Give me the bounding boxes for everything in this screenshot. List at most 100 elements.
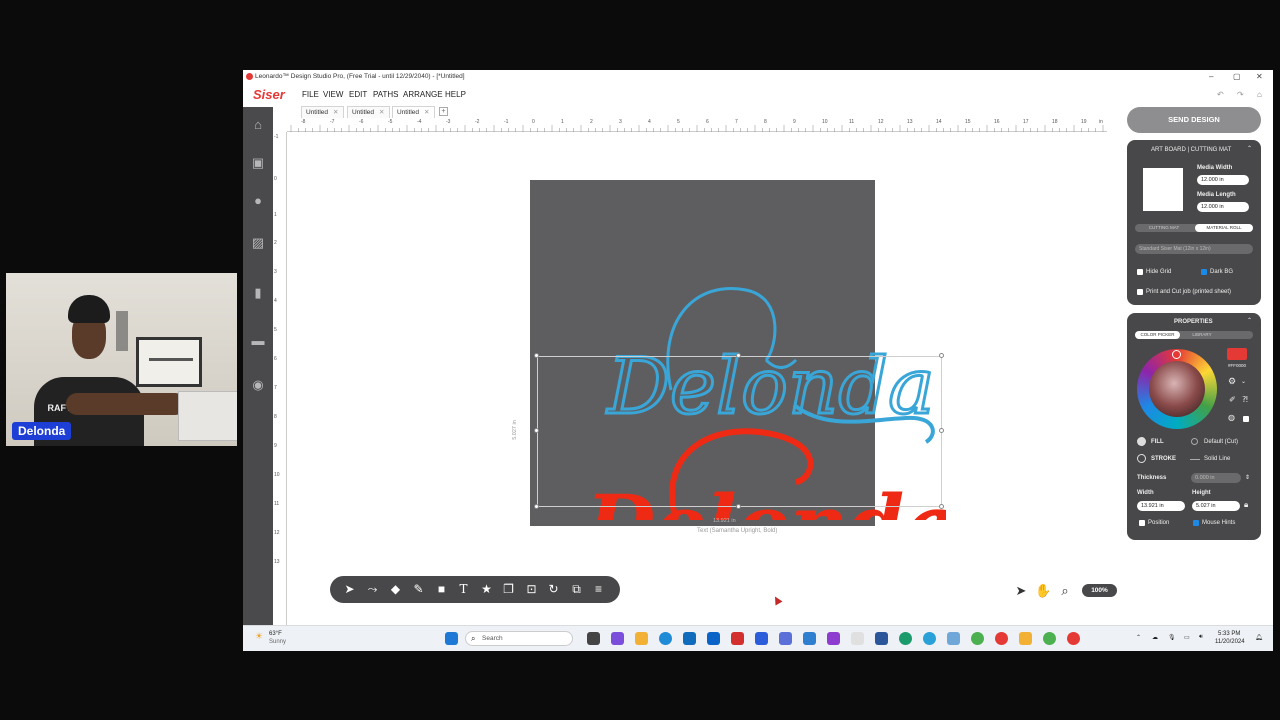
pan-hand-icon[interactable]: ✋	[1035, 583, 1051, 599]
photos-icon[interactable]	[947, 632, 960, 645]
store-icon[interactable]	[683, 632, 696, 645]
resize-handle-l[interactable]	[534, 428, 539, 433]
close-tab-icon[interactable]: ✕	[333, 109, 338, 116]
resize-handle-tl[interactable]	[534, 353, 539, 358]
folder-icon[interactable]	[1019, 632, 1032, 645]
chevron-down-icon[interactable]: ⌄	[1241, 378, 1246, 385]
app-red-icon[interactable]	[1067, 632, 1080, 645]
help-icon[interactable]: ⁈	[1242, 395, 1248, 404]
eraser-icon[interactable]: ◆	[388, 582, 403, 597]
new-tab-button[interactable]: +	[439, 107, 448, 116]
selection-box[interactable]	[537, 356, 942, 507]
cloud-icon[interactable]: ☁	[1152, 634, 1158, 641]
edge-icon[interactable]	[659, 632, 672, 645]
menu-help[interactable]: HELP	[445, 90, 466, 99]
calendar-icon[interactable]	[851, 632, 864, 645]
close-tab-icon[interactable]: ✕	[379, 109, 384, 116]
mat-icon[interactable]: ▬	[250, 333, 266, 349]
node-edit-icon[interactable]: ⤳	[365, 582, 380, 597]
app-green-icon[interactable]	[899, 632, 912, 645]
text-icon[interactable]: T	[456, 582, 471, 597]
thickness-stepper-icon[interactable]: ⇕	[1245, 474, 1250, 481]
resize-handle-r[interactable]	[939, 428, 944, 433]
align-icon[interactable]: ≡	[591, 582, 606, 597]
app-purple-icon[interactable]	[827, 632, 840, 645]
tab-untitled-1[interactable]: Untitled ✕	[301, 106, 344, 118]
menu-paths[interactable]: PATHS	[373, 90, 398, 99]
home-icon[interactable]: ⌂	[1257, 90, 1262, 99]
tab-untitled-3[interactable]: Untitled ✕	[392, 106, 435, 118]
menu-file[interactable]: FILE	[302, 90, 319, 99]
clock-date[interactable]: 11/20/2024	[1215, 639, 1245, 645]
fill-radio[interactable]	[1137, 437, 1146, 446]
microphone-icon[interactable]: 🎙︎	[1168, 634, 1176, 641]
zoom-level-dropdown[interactable]: 100%	[1082, 584, 1117, 597]
image-trace-icon[interactable]: ⊡	[524, 582, 539, 597]
siser-app-icon[interactable]	[995, 632, 1008, 645]
maximize-button[interactable]: ▢	[1233, 72, 1241, 81]
resize-handle-b[interactable]	[736, 504, 741, 509]
star-icon[interactable]: ★	[479, 582, 494, 597]
pointer-icon[interactable]: ➤	[1013, 583, 1029, 599]
resize-handle-t[interactable]	[736, 353, 741, 358]
pen-icon[interactable]: ✎	[411, 582, 426, 597]
select-icon[interactable]: ➤	[342, 582, 357, 597]
height-input[interactable]: 5.027 in	[1192, 501, 1240, 511]
mat-mode-toggle[interactable]: CUTTING MAT MATERIAL ROLL	[1135, 224, 1253, 232]
copilot-icon[interactable]	[611, 632, 624, 645]
artboard-panel-header[interactable]: ART BOARD | CUTTING MAT	[1151, 147, 1231, 153]
mcafee-icon[interactable]	[731, 632, 744, 645]
offset-icon[interactable]: ↻	[546, 582, 561, 597]
close-button[interactable]: ✕	[1256, 72, 1263, 81]
chrome-icon[interactable]	[971, 632, 984, 645]
weld-icon[interactable]: ⧉	[569, 582, 584, 597]
menu-view[interactable]: VIEW	[323, 90, 343, 99]
clock-time[interactable]: 5:33 PM	[1218, 631, 1240, 637]
color-wheel-center[interactable]	[1149, 361, 1205, 417]
network-icon[interactable]: ▭	[1184, 634, 1190, 641]
account-icon[interactable]: ◉	[250, 377, 266, 393]
close-tab-icon[interactable]: ✕	[424, 109, 429, 116]
fill-value[interactable]: Default (Cut)	[1204, 439, 1238, 445]
resize-handle-bl[interactable]	[534, 504, 539, 509]
no-fill-swatch[interactable]	[1243, 416, 1249, 422]
undo-icon[interactable]: ↶	[1217, 90, 1224, 99]
linkedin-icon[interactable]	[755, 632, 768, 645]
dark-bg-checkbox[interactable]	[1201, 269, 1207, 275]
library-tab[interactable]: LIBRARY	[1182, 331, 1222, 339]
outlook-icon[interactable]	[707, 632, 720, 645]
thickness-input[interactable]: 0.000 in	[1191, 473, 1241, 483]
volume-icon[interactable]: 🔊︎	[1199, 634, 1203, 641]
stroke-radio[interactable]	[1137, 454, 1146, 463]
eyedropper-icon[interactable]: ✐	[1229, 395, 1236, 404]
file-explorer-icon[interactable]	[635, 632, 648, 645]
stroke-value[interactable]: Solid Line	[1204, 456, 1230, 462]
projects-icon[interactable]: ▮	[250, 285, 266, 301]
menu-arrange[interactable]: ARRANGE	[403, 90, 443, 99]
material-roll-option[interactable]: MATERIAL ROLL	[1195, 224, 1253, 232]
word-icon[interactable]	[875, 632, 888, 645]
start-windows-icon[interactable]	[445, 632, 458, 645]
tray-chevron-icon[interactable]: ⌃	[1136, 634, 1141, 641]
group-icon[interactable]: ❐	[501, 582, 516, 597]
zoom-search-icon[interactable]: ⌕	[1057, 583, 1073, 599]
mouse-hints-checkbox[interactable]	[1193, 520, 1199, 526]
weather-temp[interactable]: 63°F	[269, 631, 282, 637]
position-checkbox[interactable]	[1139, 520, 1145, 526]
send-design-button[interactable]: SEND DESIGN	[1127, 107, 1261, 133]
palette-icon[interactable]: ◍	[1228, 413, 1235, 422]
media-width-input[interactable]: 12.000 in	[1197, 175, 1249, 185]
collapse-chevron-icon[interactable]: ⌃	[1247, 317, 1252, 324]
color-wheel[interactable]	[1137, 349, 1217, 429]
notification-bell-icon[interactable]: 🔔︎	[1255, 634, 1263, 641]
color-picker-tab[interactable]: COLOR PICKER	[1135, 331, 1180, 339]
fill-option-radio[interactable]	[1191, 438, 1198, 445]
mat-type-select[interactable]: Standard Siser Mat (12in x 12in)	[1135, 244, 1253, 254]
resize-handle-tr[interactable]	[939, 353, 944, 358]
redo-icon[interactable]: ↷	[1237, 90, 1244, 99]
zoom-app-icon[interactable]	[803, 632, 816, 645]
home-icon[interactable]: ⌂	[250, 117, 266, 133]
collapse-chevron-icon[interactable]: ⌃	[1247, 145, 1252, 152]
current-color-swatch[interactable]	[1227, 348, 1247, 360]
resize-handle-br[interactable]	[939, 504, 944, 509]
